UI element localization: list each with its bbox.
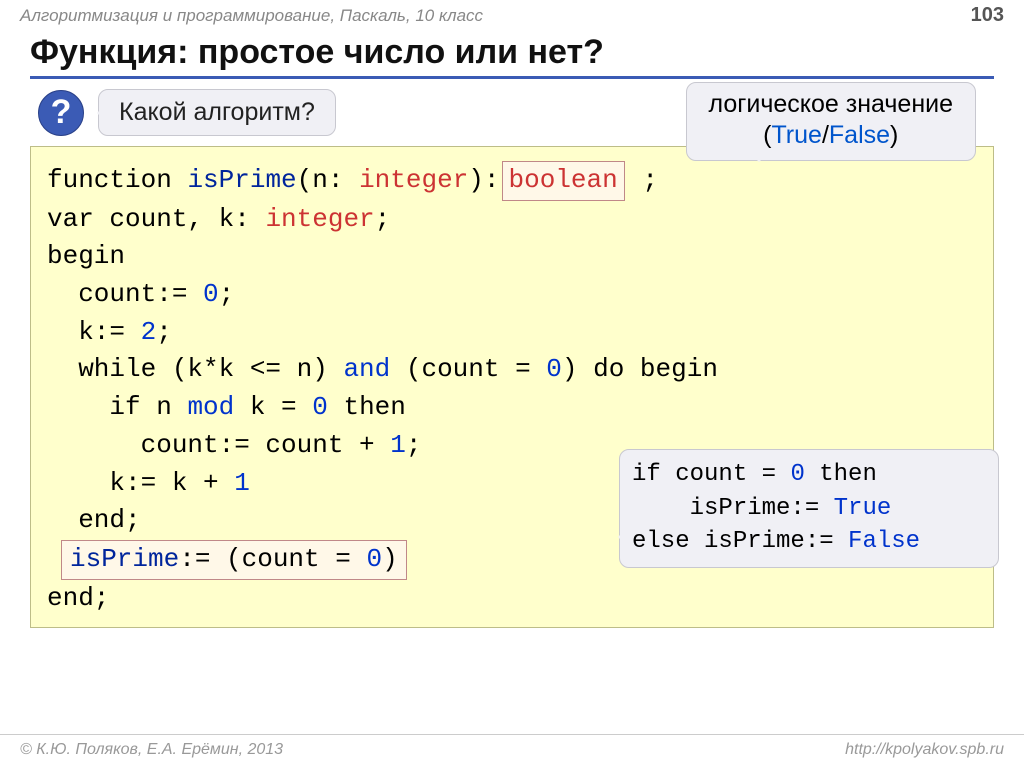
subject-label: Алгоритмизация и программирование, Паска… <box>20 6 483 26</box>
footer-url: http://kpolyakov.spb.ru <box>845 741 1004 759</box>
slide-title: Функция: простое число или нет? <box>30 33 994 79</box>
question-bubble: Какой алгоритм? <box>98 89 336 136</box>
copyright: © К.Ю. Поляков, Е.А. Ерёмин, 2013 <box>20 741 283 759</box>
slide-header: Алгоритмизация и программирование, Паска… <box>0 0 1024 31</box>
callout-line1: логическое значение <box>709 89 953 120</box>
callout-boolean: логическое значение (True/False) <box>686 82 976 161</box>
question-mark-icon: ? <box>38 90 84 136</box>
page-number: 103 <box>971 4 1004 27</box>
callout-if-else: if count = 0 then isPrime:= True else is… <box>619 449 999 568</box>
callout-line2: (True/False) <box>709 120 953 151</box>
slide-footer: © К.Ю. Поляков, Е.А. Ерёмин, 2013 http:/… <box>0 734 1024 767</box>
code-block: function isPrime(n: integer):boolean ; v… <box>30 146 994 628</box>
